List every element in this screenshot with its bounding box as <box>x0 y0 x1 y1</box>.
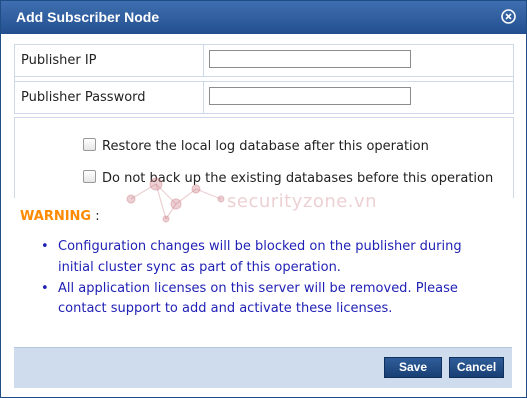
restore-log-db-checkbox[interactable] <box>83 138 96 151</box>
list-item: • All application licenses on this serve… <box>41 279 501 320</box>
add-subscriber-node-dialog: Add Subscriber Node Publisher IP Publish… <box>0 0 527 398</box>
restore-log-db-label: Restore the local log database after thi… <box>102 139 429 154</box>
label-cell: Publisher Password <box>15 82 204 113</box>
publisher-password-input[interactable] <box>209 87 411 105</box>
warning-heading: WARNING : <box>20 209 100 224</box>
publisher-ip-label: Publisher IP <box>21 53 97 68</box>
dialog-titlebar[interactable]: Add Subscriber Node <box>1 1 526 34</box>
list-item: • Configuration changes will be blocked … <box>41 237 501 278</box>
publisher-ip-row: Publisher IP <box>15 45 513 77</box>
publisher-ip-input[interactable] <box>209 50 411 68</box>
note-text: All application licenses on this server … <box>58 280 458 317</box>
form-table: Publisher IP Publisher Password <box>14 44 514 114</box>
bullet-icon: • <box>41 239 49 254</box>
publisher-password-row: Publisher Password <box>15 82 513 113</box>
skip-backup-checkbox[interactable] <box>83 170 96 183</box>
note-text: Configuration changes will be blocked on… <box>58 239 462 275</box>
save-button[interactable]: Save <box>384 357 442 378</box>
warning-colon: : <box>91 209 100 224</box>
close-icon[interactable] <box>501 9 516 24</box>
watermark-text: securityzone.vn <box>227 191 378 212</box>
options-panel: Restore the local log database after thi… <box>14 117 514 198</box>
warning-title: WARNING <box>20 209 92 224</box>
watermark-graph-icon <box>126 177 225 223</box>
dialog-title: Add Subscriber Node <box>16 9 160 25</box>
cancel-button[interactable]: Cancel <box>449 357 504 378</box>
warning-notes: • Configuration changes will be blocked … <box>41 237 501 320</box>
publisher-password-label: Publisher Password <box>21 90 146 105</box>
label-cell: Publisher IP <box>15 45 204 76</box>
restore-log-db-option[interactable]: Restore the local log database after thi… <box>83 138 429 154</box>
dialog-footer: Save Cancel <box>14 347 512 388</box>
bullet-icon: • <box>41 280 49 296</box>
